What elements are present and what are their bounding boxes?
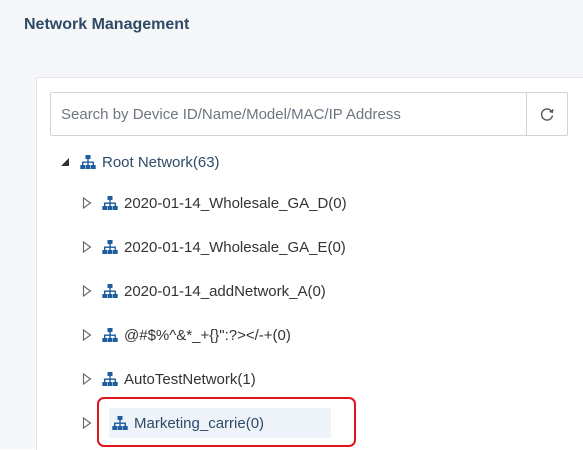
network-tree-icon (102, 284, 118, 298)
search-box (50, 92, 568, 136)
tree-node-label: AutoTestNetwork(1) (124, 370, 256, 388)
tree-node-label: @#$%^&*_+{}":?></-+(0) (124, 326, 291, 344)
caret-down-icon[interactable] (58, 155, 72, 169)
tree-node-child[interactable]: 2020-01-14_addNetwork_A(0) (80, 276, 326, 306)
tree-node-label: 2020-01-14_Wholesale_GA_E(0) (124, 238, 346, 256)
caret-right-icon[interactable] (80, 240, 94, 254)
tree-node-child[interactable]: 2020-01-14_Wholesale_GA_E(0) (80, 232, 346, 262)
tree-node-child[interactable]: AutoTestNetwork(1) (80, 364, 256, 394)
network-tree-icon (102, 328, 118, 342)
network-tree-icon (102, 240, 118, 254)
search-input[interactable] (51, 93, 521, 135)
network-tree-icon (102, 372, 118, 386)
network-tree-icon (80, 155, 96, 169)
tree-node-label: Marketing_carrie(0) (134, 414, 265, 432)
caret-right-icon[interactable] (80, 284, 94, 298)
caret-right-icon[interactable] (80, 416, 94, 430)
tree-node-label: 2020-01-14_Wholesale_GA_D(0) (124, 194, 347, 212)
network-tree-icon (112, 416, 128, 430)
refresh-icon (540, 108, 554, 121)
tree-node-child[interactable]: 2020-01-14_Wholesale_GA_D(0) (80, 188, 347, 218)
tree-node-child-selected[interactable]: Marketing_carrie(0) (80, 408, 264, 438)
page-title: Network Management (24, 16, 190, 33)
caret-right-icon[interactable] (80, 328, 94, 342)
caret-right-icon[interactable] (80, 196, 94, 210)
tree-node-label: 2020-01-14_addNetwork_A(0) (124, 282, 326, 300)
refresh-button[interactable] (527, 93, 567, 135)
tree-node-label: Root Network(63) (102, 153, 220, 171)
tree-node-child[interactable]: @#$%^&*_+{}":?></-+(0) (80, 320, 291, 350)
tree-node-root[interactable]: Root Network(63) (58, 147, 220, 177)
network-tree-icon (102, 196, 118, 210)
caret-right-icon[interactable] (80, 372, 94, 386)
